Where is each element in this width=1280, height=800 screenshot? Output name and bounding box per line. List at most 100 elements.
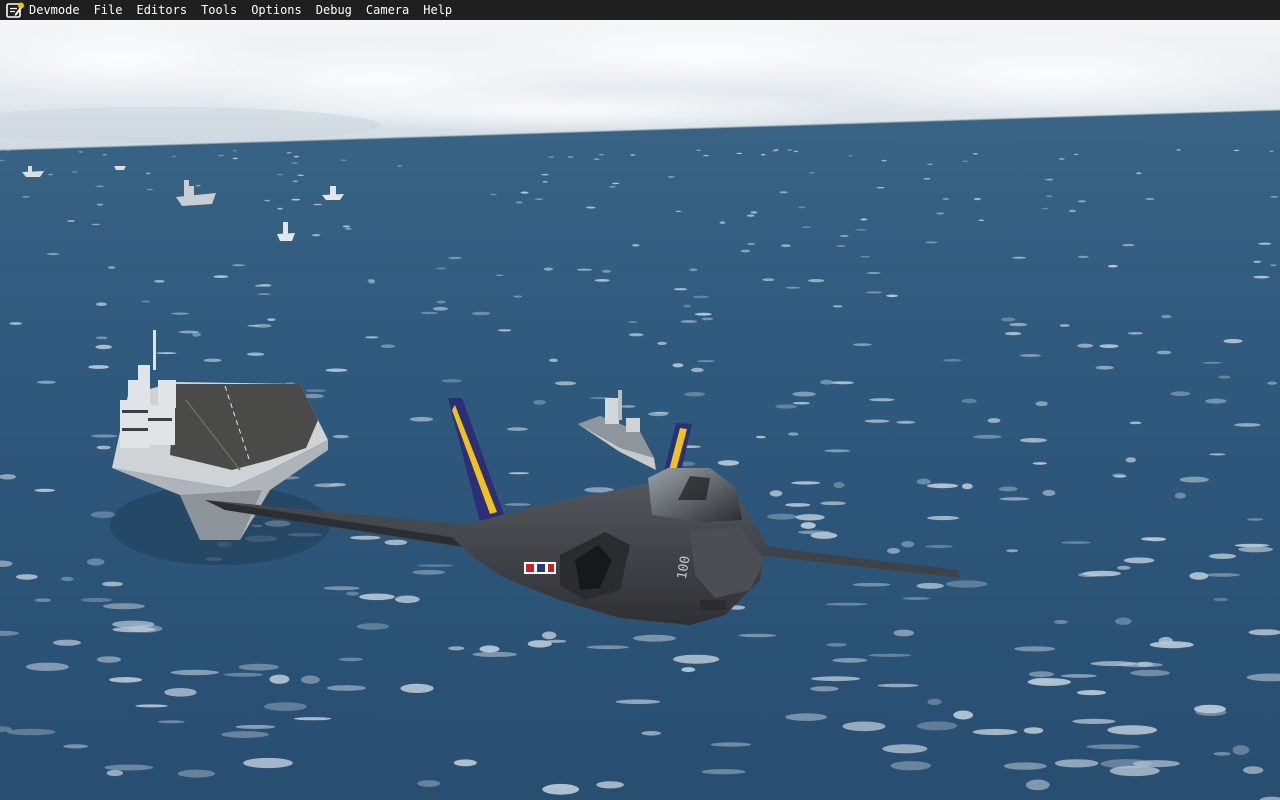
whitecap (258, 284, 272, 287)
whitecap (836, 245, 846, 247)
whitecap (810, 686, 839, 692)
whitecap (1136, 661, 1154, 667)
whitecap (164, 688, 197, 697)
whitecap (96, 656, 121, 663)
whitecap (91, 223, 101, 226)
whitecap (96, 445, 111, 450)
whitecap (779, 191, 788, 194)
whitecap (641, 731, 661, 736)
whitecap (696, 360, 716, 363)
whitecap (962, 160, 968, 163)
whitecap (1005, 331, 1022, 336)
whitecap (769, 490, 783, 497)
whitecap (400, 683, 434, 694)
whitecap (1209, 453, 1226, 456)
whitecap (1058, 158, 1065, 160)
whitecap (498, 329, 512, 332)
whitecap (156, 352, 177, 355)
devmode-notepad-icon[interactable] (6, 2, 24, 18)
whitecap (942, 198, 950, 200)
3d-viewport[interactable]: 100 (0, 20, 1280, 800)
whitecap (305, 389, 327, 392)
whitecap (95, 336, 108, 340)
whitecap (80, 597, 112, 603)
whitecap (1205, 573, 1241, 577)
whitecap (855, 228, 867, 231)
menu-camera[interactable]: Camera (359, 0, 416, 20)
whitecap (585, 206, 596, 209)
whitecap (1174, 492, 1186, 499)
whitecap (890, 761, 932, 771)
whitecap (326, 685, 366, 691)
whitecap (1136, 172, 1142, 175)
whitecap (923, 177, 931, 180)
whitecap (972, 153, 978, 155)
menu-help[interactable]: Help (416, 0, 459, 20)
whitecap (736, 152, 743, 155)
whitecap (436, 300, 446, 304)
whitecap (293, 717, 332, 721)
whitecap (936, 212, 945, 215)
whitecap (808, 172, 815, 174)
whitecap (886, 294, 898, 298)
scene-render: 100 (0, 20, 1280, 800)
whitecap (417, 780, 441, 787)
whitecap (628, 321, 638, 323)
whitecap (1267, 381, 1277, 385)
whitecap (1030, 677, 1052, 685)
whitecap (368, 280, 376, 284)
whitecap (689, 268, 698, 272)
whitecap (1059, 324, 1070, 327)
whitecap (882, 744, 928, 754)
whitecap (598, 154, 605, 156)
whitecap (866, 272, 881, 274)
whitecap (218, 154, 225, 157)
whitecap (792, 391, 816, 397)
whitecap (291, 162, 298, 164)
menu-debug[interactable]: Debug (309, 0, 359, 20)
whitecap (301, 675, 320, 684)
whitecap (170, 669, 219, 676)
menu-file[interactable]: File (87, 0, 130, 20)
whitecap (61, 576, 74, 582)
whitecap (762, 278, 775, 282)
whitecap (235, 724, 276, 729)
whitecap (313, 203, 322, 206)
whitecap (86, 558, 105, 566)
whitecap (1006, 549, 1019, 553)
whitecap (223, 672, 264, 677)
whitecap (213, 275, 229, 278)
whitecap (527, 640, 552, 648)
menu-tools[interactable]: Tools (194, 0, 244, 20)
whitecap (740, 249, 751, 253)
whitecap (1060, 674, 1097, 678)
whitecap (146, 188, 154, 191)
menu-editors[interactable]: Editors (129, 0, 194, 20)
whitecap (1035, 401, 1048, 407)
whitecap (852, 582, 891, 587)
whitecap (601, 269, 612, 273)
whitecap (1179, 476, 1210, 483)
whitecap (927, 698, 942, 705)
whitecap (1073, 153, 1079, 156)
whitecap (1213, 597, 1229, 602)
whitecap (145, 172, 151, 175)
whitecap (34, 488, 55, 492)
whitecap (311, 234, 321, 237)
whitecap (893, 629, 915, 637)
whitecap (238, 663, 279, 671)
whitecap (63, 744, 89, 749)
whitecap (1195, 708, 1227, 716)
whitecap (831, 381, 854, 385)
whitecap (1253, 275, 1270, 279)
whitecap (866, 291, 883, 294)
menu-options[interactable]: Options (244, 0, 309, 20)
whitecap (513, 295, 523, 298)
whitecap (356, 623, 389, 630)
whitecap (1270, 196, 1279, 198)
whitecap (1044, 178, 1052, 181)
whitecap (1107, 725, 1158, 735)
menu-devmode[interactable]: Devmode (29, 0, 87, 20)
whitecap (448, 256, 462, 260)
whitecap (37, 380, 56, 384)
